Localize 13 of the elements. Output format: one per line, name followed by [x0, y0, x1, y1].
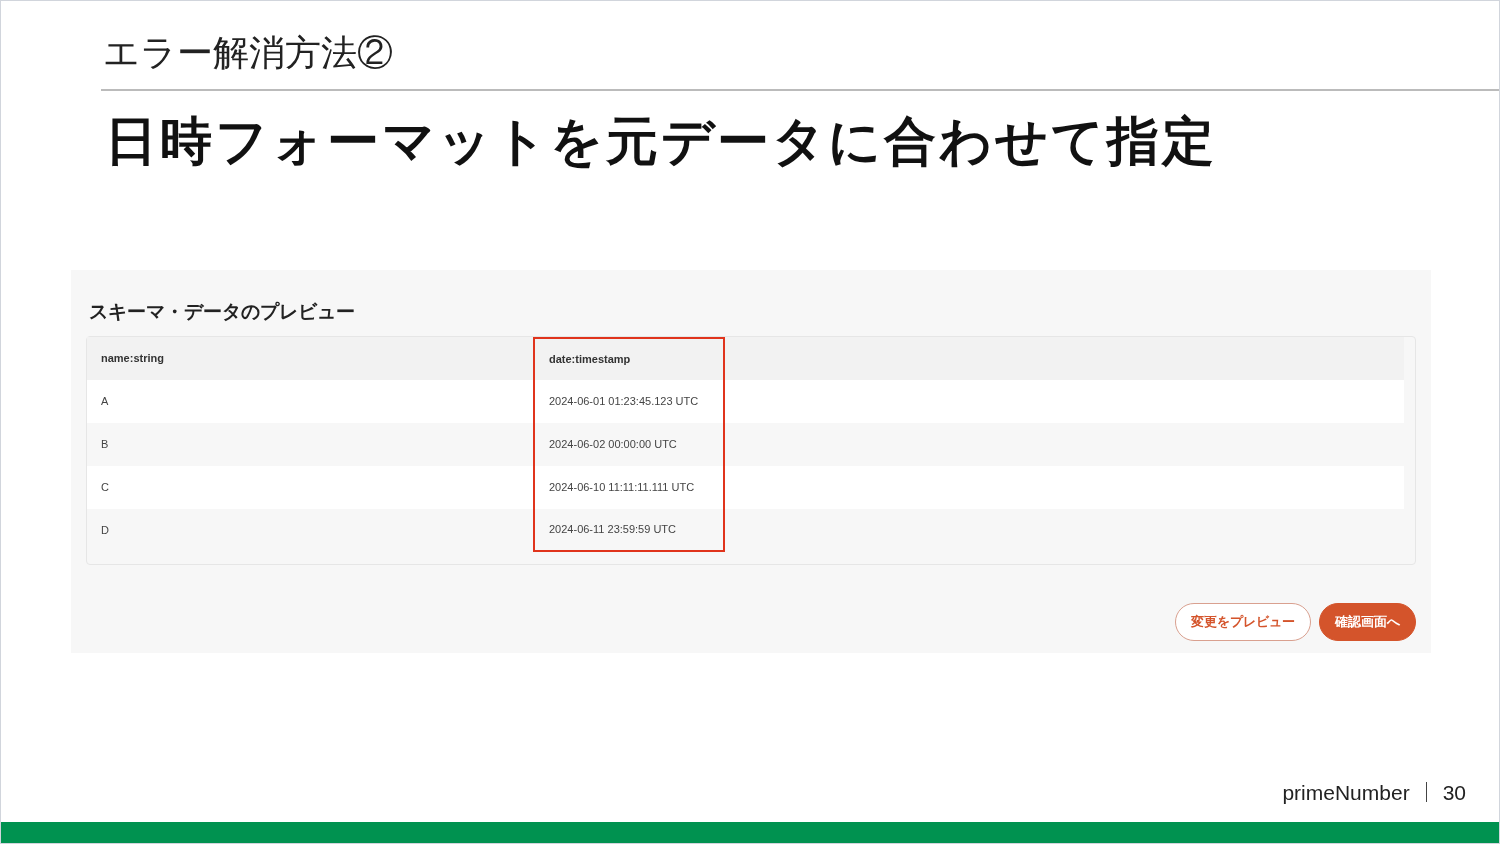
- table-cell-text: C: [100, 480, 110, 496]
- preview-button[interactable]: 変更をプレビュー: [1175, 603, 1311, 641]
- table-cell-text: B: [100, 437, 110, 453]
- section-title: エラー解消方法②: [103, 31, 393, 75]
- brand-name: primeNumber: [1282, 779, 1410, 806]
- table-cell: 2024-06-11 23:59:59 UTC: [533, 509, 725, 552]
- panel-title: スキーマ・データのプレビュー: [89, 300, 355, 324]
- page-number: 30: [1442, 779, 1466, 806]
- table-cell-text: D: [100, 523, 110, 539]
- slide-heading: 日時フォーマットを元データに合わせて指定: [105, 111, 1217, 172]
- confirm-button[interactable]: 確認画面へ: [1319, 603, 1416, 641]
- table-cell-text: A: [100, 394, 110, 410]
- column-header: name:string: [100, 351, 165, 367]
